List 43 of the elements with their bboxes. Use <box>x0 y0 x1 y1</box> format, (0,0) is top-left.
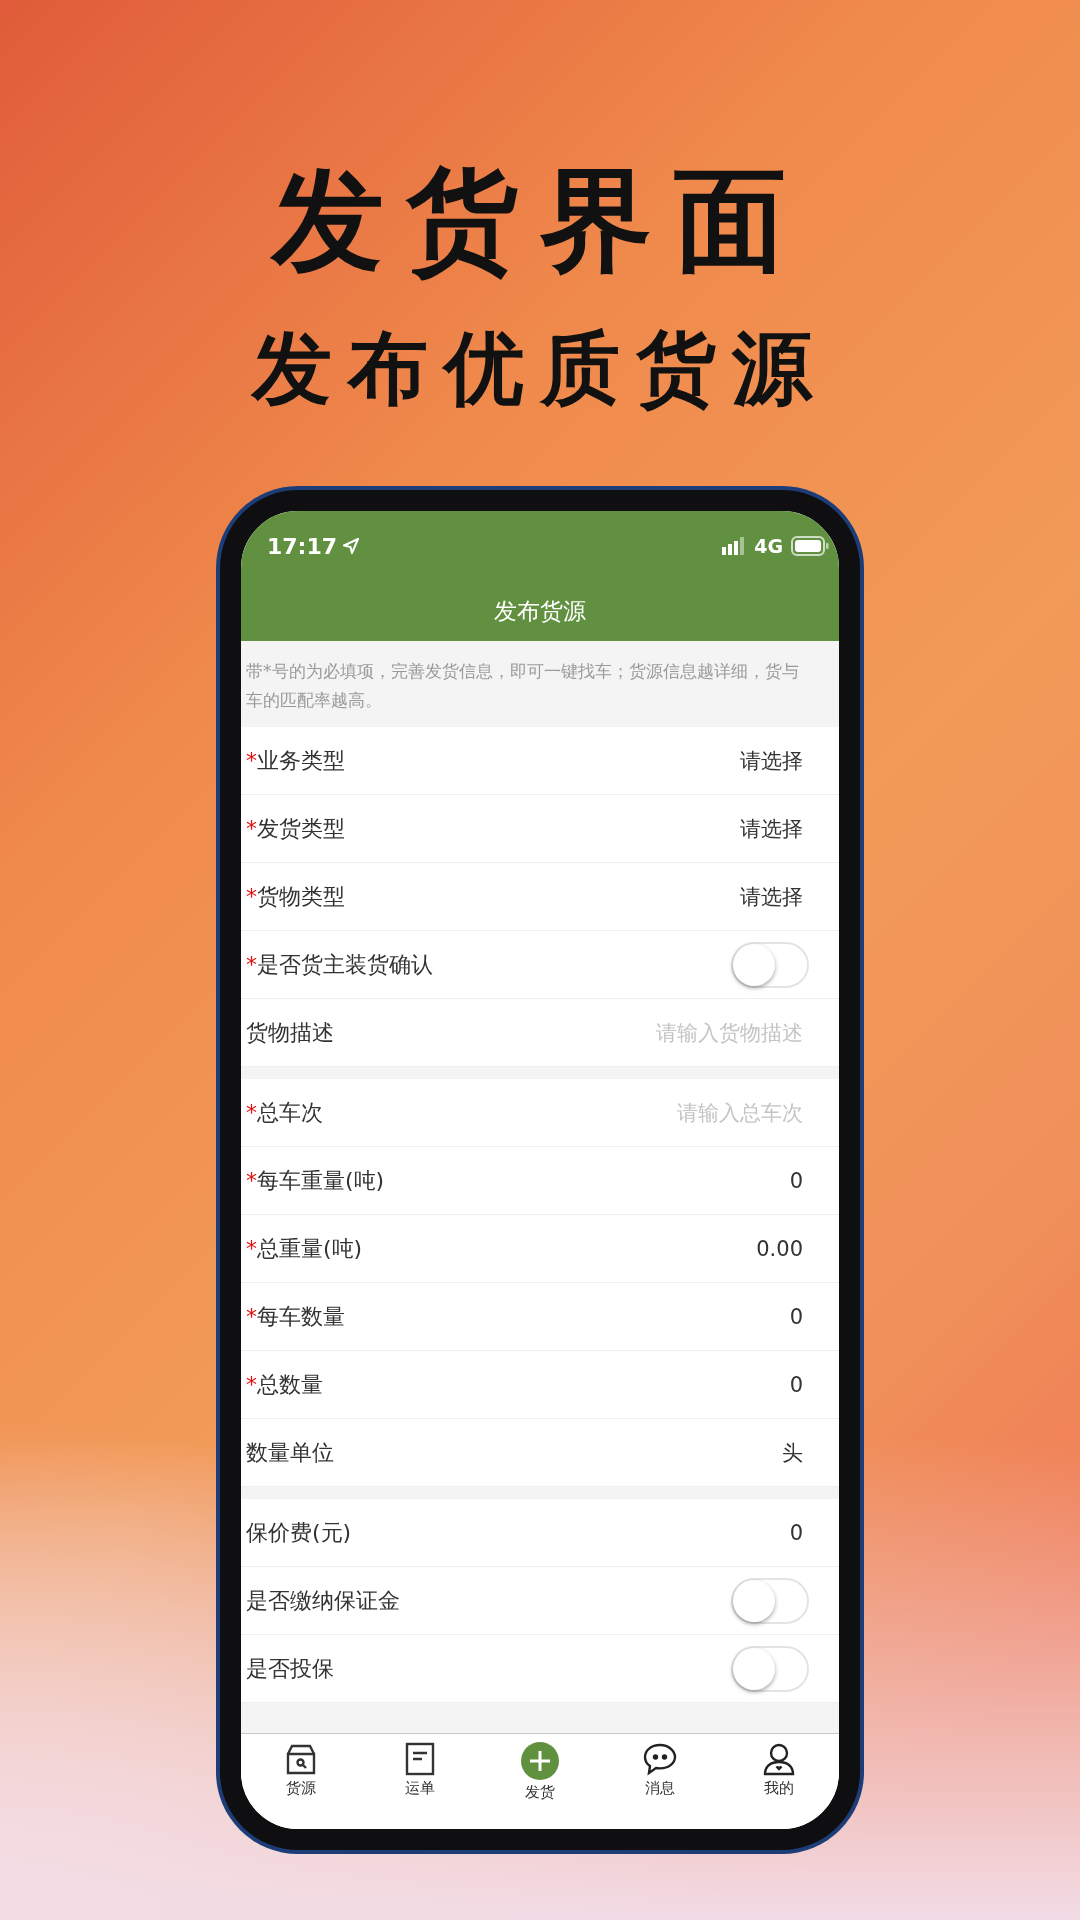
toggle-switch[interactable] <box>731 1577 809 1624</box>
field-label: *总车次 <box>246 1098 323 1127</box>
input-field[interactable]: 0.00 <box>756 1236 803 1261</box>
field-label: 货物描述 <box>246 1018 334 1047</box>
person-icon[interactable] <box>762 1742 797 1776</box>
field-label: *是否货主装货确认 <box>246 950 433 979</box>
battery-icon <box>791 536 829 556</box>
tab-label[interactable]: 运单 <box>405 1779 436 1798</box>
location-arrow-icon <box>343 538 360 554</box>
select-field[interactable]: 请选择 <box>740 746 803 775</box>
input-field[interactable]: 0 <box>789 1372 803 1397</box>
headline: 发货界面 <box>272 153 808 287</box>
tab-label[interactable]: 我的 <box>764 1779 795 1798</box>
select-field[interactable]: 请选择 <box>740 882 803 911</box>
field-label: *发货类型 <box>246 814 345 843</box>
input-field[interactable]: 0 <box>789 1520 803 1545</box>
field-label: 是否投保 <box>246 1654 334 1683</box>
field-label: *货物类型 <box>246 882 345 911</box>
page-title: 发布货源 <box>493 596 587 626</box>
signal-icon <box>722 537 747 555</box>
add-icon[interactable] <box>521 1742 559 1780</box>
tab-label[interactable]: 发货 <box>525 1783 555 1802</box>
status-time: 17:17 <box>267 533 338 559</box>
subheadline: 发布优质货源 <box>252 320 828 417</box>
field-label: *总重量(吨) <box>246 1234 363 1263</box>
field-label: *每车数量 <box>246 1302 345 1331</box>
select-field[interactable]: 请选择 <box>740 814 803 843</box>
field-label: 数量单位 <box>246 1438 334 1467</box>
field-label: *总数量 <box>246 1370 323 1399</box>
document-icon[interactable] <box>404 1742 437 1776</box>
toggle-switch[interactable] <box>731 1645 809 1692</box>
field-label: 是否缴纳保证金 <box>246 1586 400 1615</box>
tab-label[interactable]: 货源 <box>285 1779 316 1798</box>
tab-label[interactable]: 消息 <box>644 1779 675 1798</box>
select-field[interactable]: 头 <box>782 1438 803 1467</box>
chat-bubble-icon[interactable] <box>641 1742 678 1776</box>
field-label: *业务类型 <box>246 746 345 775</box>
input-field[interactable]: 0 <box>789 1304 803 1329</box>
field-label: *每车重量(吨) <box>246 1166 385 1195</box>
network-label: 4G <box>754 535 783 557</box>
input-field[interactable]: 0 <box>789 1168 803 1193</box>
toggle-switch[interactable] <box>731 941 809 988</box>
field-label: 保价费(元) <box>246 1518 352 1547</box>
